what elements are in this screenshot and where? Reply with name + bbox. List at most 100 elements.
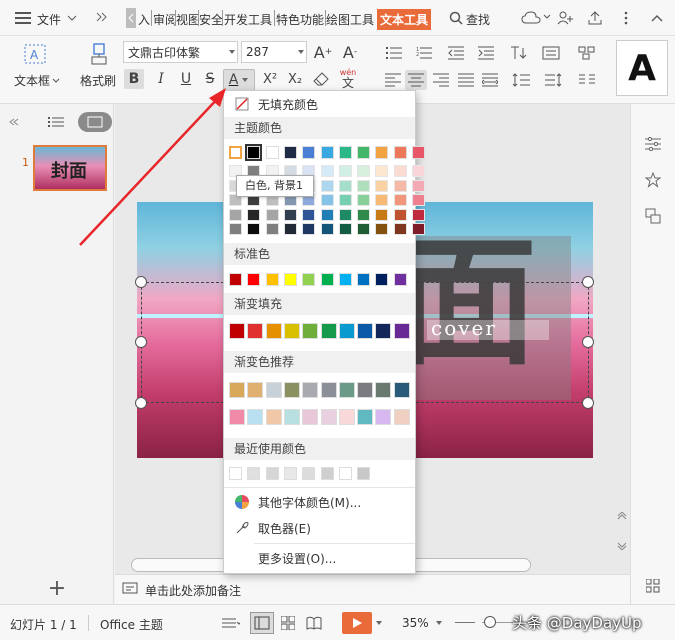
gradient-recommend-swatch[interactable] [302, 382, 319, 398]
theme-shade-swatch[interactable] [302, 223, 316, 235]
theme-shade-swatch[interactable] [357, 194, 371, 206]
standard-color-swatch[interactable] [393, 273, 407, 286]
search-icon[interactable] [448, 10, 464, 26]
gradient-color-swatch[interactable] [357, 323, 374, 339]
gradient-color-swatch[interactable] [283, 323, 300, 339]
theme-shade-swatch[interactable] [338, 165, 352, 177]
chevron-down-icon[interactable] [543, 12, 551, 20]
font-name-select[interactable]: 文鼎古印体繁 [123, 41, 238, 63]
paragraph-spacing-icon[interactable] [542, 71, 564, 89]
tab-features[interactable]: 特色功能 [276, 11, 324, 28]
notes-toggle-icon[interactable] [220, 615, 242, 631]
theme-shade-swatch[interactable] [393, 208, 407, 221]
eyedropper-option[interactable]: 取色器(E) [224, 515, 415, 541]
theme-shade-swatch[interactable] [265, 208, 279, 221]
theme-shade-swatch[interactable] [357, 179, 371, 192]
gradient-recommend-swatch[interactable] [338, 382, 355, 398]
theme-shade-swatch[interactable] [393, 223, 407, 235]
theme-shade-swatch[interactable] [393, 194, 407, 206]
theme-shade-swatch[interactable] [412, 165, 425, 177]
theme-shade-swatch[interactable] [320, 208, 334, 221]
text-direction-icon[interactable] [508, 44, 530, 62]
chevron-down-icon[interactable] [241, 77, 249, 83]
textbox-label[interactable]: 文本框 [14, 72, 50, 89]
share-icon[interactable] [586, 9, 604, 27]
smart-art-icon[interactable] [576, 44, 598, 62]
grid-apps-icon[interactable] [643, 576, 663, 596]
resize-handle[interactable] [135, 397, 147, 409]
gradient-color-swatch[interactable] [229, 323, 245, 339]
tab-security[interactable]: 安全 [199, 11, 223, 28]
theme-shade-swatch[interactable] [357, 208, 371, 221]
bullets-icon[interactable] [384, 44, 404, 62]
theme-shade-swatch[interactable] [375, 194, 389, 206]
chevron-down-icon[interactable] [374, 619, 384, 627]
scroll-up-icon[interactable] [616, 510, 628, 522]
format-painter-icon[interactable] [88, 42, 110, 66]
standard-color-swatch[interactable] [302, 273, 316, 286]
cloud-sync-icon[interactable] [520, 9, 542, 27]
theme-color-swatch[interactable] [283, 146, 297, 159]
align-text-icon[interactable] [540, 44, 562, 62]
gradient-recommend-swatch[interactable] [375, 409, 392, 425]
hamburger-icon[interactable] [14, 9, 32, 27]
theme-color-swatch[interactable] [393, 146, 407, 159]
theme-shade-swatch[interactable] [357, 165, 371, 177]
theme-shade-swatch[interactable] [338, 194, 352, 206]
theme-shade-swatch[interactable] [283, 223, 297, 235]
gradient-recommend-swatch[interactable] [320, 382, 337, 398]
text-style-preview[interactable]: A [616, 40, 668, 96]
resize-handle[interactable] [582, 397, 594, 409]
theme-shade-swatch[interactable] [375, 165, 389, 177]
play-slideshow-button[interactable] [342, 612, 372, 634]
theme-shade-swatch[interactable] [338, 179, 352, 192]
theme-shade-swatch[interactable] [338, 208, 352, 221]
normal-view-icon[interactable] [250, 612, 274, 634]
increase-font-icon[interactable]: A + [313, 42, 333, 62]
standard-color-swatch[interactable] [229, 273, 242, 286]
collapse-panel-icon[interactable] [8, 116, 20, 128]
theme-shade-swatch[interactable] [412, 194, 425, 206]
theme-color-swatch[interactable] [320, 146, 334, 159]
tab-drawing-tools[interactable]: 绘图工具 [326, 11, 374, 28]
recent-color-swatch[interactable] [247, 467, 261, 480]
gradient-color-swatch[interactable] [393, 323, 410, 339]
file-menu[interactable]: 文件 [37, 11, 61, 28]
tab-view[interactable]: 视图 [176, 11, 200, 28]
standard-color-swatch[interactable] [375, 273, 389, 286]
gradient-recommend-swatch[interactable] [375, 382, 392, 398]
theme-color-swatch[interactable] [302, 146, 316, 159]
theme-shade-swatch[interactable] [302, 208, 316, 221]
theme-color-swatch[interactable] [357, 146, 371, 159]
resize-handle[interactable] [582, 276, 594, 288]
animation-star-icon[interactable] [643, 170, 663, 190]
textbox-icon[interactable]: A [24, 44, 46, 64]
gradient-recommend-swatch[interactable] [283, 382, 300, 398]
superscript-button[interactable]: X² [259, 69, 281, 89]
theme-shade-swatch[interactable] [412, 179, 425, 192]
theme-shade-swatch[interactable] [393, 165, 407, 177]
recent-color-swatch[interactable] [229, 467, 242, 480]
gradient-recommend-swatch[interactable] [229, 409, 245, 425]
theme-shade-swatch[interactable] [265, 223, 279, 235]
more-colors-option[interactable]: 其他字体颜色(M)... [224, 489, 415, 515]
theme-color-swatch[interactable] [412, 146, 425, 159]
standard-color-swatch[interactable] [247, 273, 261, 286]
notes-placeholder[interactable]: 单击此处添加备注 [145, 582, 241, 599]
recent-color-swatch[interactable] [320, 467, 334, 480]
double-chevron-right-icon[interactable] [95, 10, 109, 24]
tab-developer[interactable]: 开发工具 [224, 11, 272, 28]
theme-shade-swatch[interactable] [375, 179, 389, 192]
recent-color-swatch[interactable] [357, 467, 371, 480]
align-left-icon[interactable] [383, 71, 403, 89]
more-icon[interactable] [618, 9, 634, 27]
subscript-button[interactable]: X₂ [284, 69, 306, 89]
resize-handle[interactable] [135, 276, 147, 288]
gradient-color-swatch[interactable] [265, 323, 282, 339]
gradient-recommend-swatch[interactable] [338, 409, 355, 425]
gradient-recommend-swatch[interactable] [247, 409, 264, 425]
phonetic-guide-button[interactable]: wén 文 [336, 68, 360, 90]
eraser-icon[interactable] [311, 69, 331, 89]
theme-shade-swatch[interactable] [247, 223, 261, 235]
theme-shade-swatch[interactable] [357, 223, 371, 235]
